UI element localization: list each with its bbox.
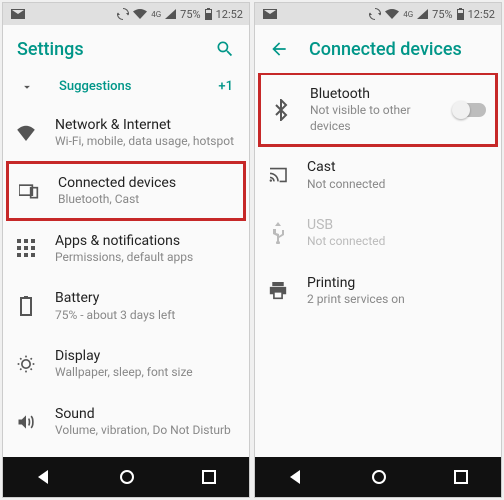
item-sub: Not connected (307, 234, 489, 250)
item-title: Connected devices (58, 174, 234, 192)
item-battery[interactable]: Battery75% - about 3 days left (3, 277, 249, 335)
item-sub: 2 print services on (307, 292, 489, 308)
display-icon (15, 353, 37, 375)
item-title: Network & Internet (55, 116, 237, 134)
bluetooth-icon (270, 99, 292, 121)
battery-icon (457, 8, 464, 20)
item-usb: USBNot connected (255, 204, 501, 262)
app-bar: Settings (3, 25, 249, 73)
page-title: Settings (17, 39, 195, 60)
mail-icon (263, 9, 277, 19)
nav-bar (3, 457, 249, 497)
battery-pct: 75% (432, 8, 452, 21)
item-bluetooth[interactable]: BluetoothNot visible to other devices (258, 73, 498, 147)
item-network[interactable]: Network & InternetWi-Fi, mobile, data us… (3, 104, 249, 162)
recents-icon[interactable] (202, 470, 216, 484)
back-icon[interactable] (36, 469, 52, 485)
back-icon[interactable] (288, 469, 304, 485)
item-sub: Not visible to other devices (310, 103, 436, 134)
item-sub: Wallpaper, sleep, font size (55, 365, 237, 381)
wifi-icon (15, 122, 37, 144)
battery-icon (205, 8, 212, 20)
suggestions-label: Suggestions (59, 79, 208, 94)
signal-label: 4G (151, 10, 161, 19)
item-printing[interactable]: Printing2 print services on (255, 262, 501, 320)
item-cast[interactable]: CastNot connected (255, 146, 501, 204)
sync-icon (117, 8, 129, 20)
phone-left: 4G 75% 12:52 Settings Suggestions +1 Net… (2, 2, 250, 498)
sound-icon (15, 411, 37, 433)
status-bar: 4G 75% 12:52 (3, 3, 249, 25)
item-apps[interactable]: Apps & notificationsPermissions, default… (3, 220, 249, 278)
item-sub: Bluetooth, Cast (58, 192, 234, 208)
usb-icon (267, 222, 289, 244)
status-bar: 4G 75% 12:52 (255, 3, 501, 25)
nav-bar (255, 457, 501, 497)
apps-icon (15, 237, 37, 259)
page-title: Connected devices (309, 39, 487, 60)
item-title: Printing (307, 274, 489, 292)
sync-icon (369, 8, 381, 20)
item-sub: Wi-Fi, mobile, data usage, hotspot (55, 134, 237, 150)
item-title: USB (307, 216, 489, 234)
mail-icon (11, 9, 25, 19)
item-title: Display (55, 347, 237, 365)
wifi-icon (385, 9, 399, 19)
signal-label: 4G (403, 10, 413, 19)
recents-icon[interactable] (454, 470, 468, 484)
chevron-down-icon (19, 80, 35, 94)
item-title: Sound (55, 405, 237, 423)
connected-list: BluetoothNot visible to other devices Ca… (255, 73, 501, 457)
item-title: Apps & notifications (55, 232, 237, 250)
clock: 12:52 (216, 8, 243, 21)
item-title: Battery (55, 289, 237, 307)
cast-icon (267, 164, 289, 186)
suggestions-count: +1 (218, 79, 233, 94)
search-icon[interactable] (215, 39, 235, 59)
suggestions-row[interactable]: Suggestions +1 (3, 73, 249, 104)
bluetooth-toggle[interactable] (454, 103, 486, 117)
settings-list: Network & InternetWi-Fi, mobile, data us… (3, 104, 249, 457)
item-display[interactable]: DisplayWallpaper, sleep, font size (3, 335, 249, 393)
print-icon (267, 280, 289, 302)
devices-icon (18, 180, 40, 202)
item-sub: Not connected (307, 177, 489, 193)
battery-icon (15, 295, 37, 317)
app-bar: Connected devices (255, 25, 501, 73)
signal-icon (165, 9, 176, 19)
item-sound[interactable]: SoundVolume, vibration, Do Not Disturb (3, 393, 249, 451)
battery-pct: 75% (180, 8, 200, 21)
item-title: Bluetooth (310, 85, 436, 103)
home-icon[interactable] (119, 469, 135, 485)
home-icon[interactable] (371, 469, 387, 485)
back-arrow-icon[interactable] (269, 39, 289, 59)
signal-icon (417, 9, 428, 19)
clock: 12:52 (468, 8, 495, 21)
item-title: Cast (307, 158, 489, 176)
item-sub: Volume, vibration, Do Not Disturb (55, 423, 237, 439)
item-sub: 75% - about 3 days left (55, 308, 237, 324)
wifi-icon (133, 9, 147, 19)
phone-right: 4G 75% 12:52 Connected devices Bluetooth… (254, 2, 502, 498)
item-sub: Permissions, default apps (55, 250, 237, 266)
item-connected-devices[interactable]: Connected devicesBluetooth, Cast (6, 161, 246, 221)
